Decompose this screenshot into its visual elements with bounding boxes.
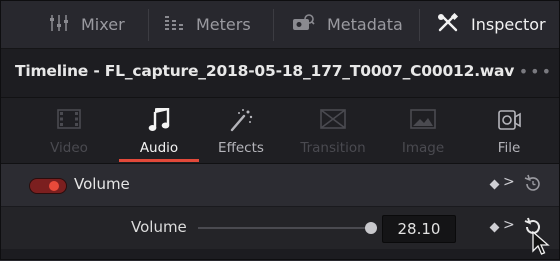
image-icon (385, 108, 461, 132)
music-note-icon (119, 108, 199, 132)
volume-section-label: Volume (74, 175, 130, 193)
tab-audio[interactable]: Audio (119, 98, 199, 163)
next-keyframe-icon[interactable]: > (503, 174, 515, 190)
meters-icon (164, 14, 184, 36)
more-options-button[interactable]: ••• (519, 62, 553, 81)
inspector-tabs: Video Audio Effects Transition Image Fil… (1, 98, 559, 164)
mouse-pointer-icon (532, 230, 550, 261)
volume-enable-toggle[interactable] (29, 178, 67, 194)
toolbar-divider (148, 9, 149, 41)
inspector-icon (437, 12, 459, 37)
mixer-icon (49, 14, 69, 36)
video-icon (31, 108, 107, 132)
tab-effects-label: Effects (218, 140, 264, 156)
transition-icon (293, 108, 373, 132)
tab-file-label: File (497, 140, 521, 156)
volume-param-label: Volume (131, 218, 187, 236)
volume-parameter-row: Volume 28.10 > (1, 207, 559, 249)
mixer-button[interactable]: Mixer (49, 1, 125, 48)
toolbar-divider (419, 9, 420, 41)
tab-video-label: Video (50, 140, 88, 156)
tab-file[interactable]: File (471, 98, 547, 163)
meters-label: Meters (196, 15, 251, 34)
mixer-label: Mixer (81, 15, 125, 34)
volume-section-header: Volume > (1, 164, 559, 207)
panel-bottom-edge (1, 249, 559, 259)
tab-effects[interactable]: Effects (203, 98, 279, 163)
metadata-icon (291, 13, 315, 36)
tab-audio-label: Audio (139, 140, 179, 156)
timeline-header: Timeline - FL_capture_2018-05-18_177_T00… (1, 49, 559, 98)
magic-wand-icon (203, 108, 279, 132)
reset-icon[interactable] (522, 173, 544, 199)
inspector-label: Inspector (471, 15, 546, 34)
next-keyframe-icon[interactable]: > (503, 217, 515, 233)
toolbar-divider (273, 9, 274, 41)
active-tab-indicator (119, 159, 199, 162)
tab-transition-label: Transition (300, 140, 366, 156)
panel-toolbar: Mixer Meters Metadata Inspector (1, 1, 559, 49)
file-icon (471, 108, 547, 132)
meters-button[interactable]: Meters (164, 1, 251, 48)
timeline-title: Timeline - FL_capture_2018-05-18_177_T00… (15, 62, 515, 80)
tab-image[interactable]: Image (385, 98, 461, 163)
tab-video[interactable]: Video (31, 98, 107, 163)
volume-value-field[interactable]: 28.10 (382, 215, 456, 243)
metadata-button[interactable]: Metadata (291, 1, 403, 48)
keyframe-diamond-icon[interactable] (489, 179, 500, 190)
tab-image-label: Image (401, 140, 445, 156)
volume-slider-handle[interactable] (365, 222, 377, 234)
metadata-label: Metadata (327, 15, 403, 34)
inspector-button[interactable]: Inspector (437, 1, 546, 48)
inspector-panel: Mixer Meters Metadata Inspector Timeline… (0, 0, 560, 260)
toggle-knob (49, 181, 59, 191)
volume-slider-track[interactable] (198, 227, 366, 229)
tab-transition[interactable]: Transition (293, 98, 373, 163)
keyframe-diamond-icon[interactable] (489, 222, 500, 233)
